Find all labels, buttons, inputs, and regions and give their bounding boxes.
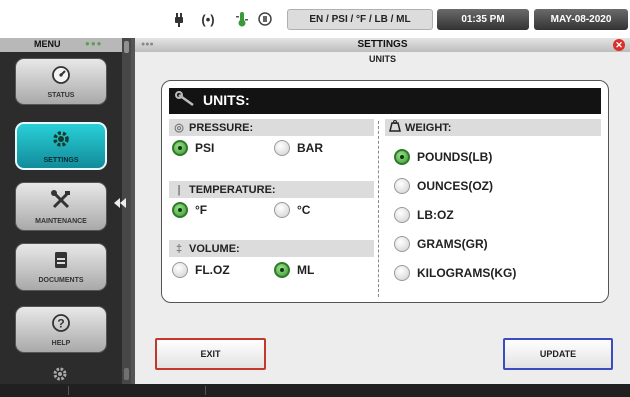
option-label: ML	[297, 263, 315, 277]
option-label: PSI	[195, 141, 215, 155]
date-display: MAY-08-2020	[534, 9, 628, 30]
radio-button[interactable]	[394, 149, 410, 165]
radio-button[interactable]	[172, 202, 188, 218]
radio-option-floz[interactable]: FL.OZ	[172, 261, 230, 279]
scrollbar-thumb-top[interactable]	[124, 41, 129, 53]
volume-label: VOLUME:	[189, 242, 240, 255]
radio-option-bar[interactable]: BAR	[274, 139, 323, 157]
option-label: OUNCES(OZ)	[417, 179, 493, 193]
update-button[interactable]: UPDATE	[503, 338, 613, 370]
close-icon[interactable]: ✕	[613, 39, 625, 51]
radio-button[interactable]	[394, 236, 410, 252]
scrollbar-thumb-bottom[interactable]	[124, 368, 129, 380]
pressure-label: PRESSURE:	[189, 121, 254, 134]
menu-indicator-dots: ●●●	[85, 39, 103, 48]
option-label: FL.OZ	[195, 263, 230, 277]
units-panel: UNITS: ◎ PRESSURE: PSI BAR | TEMPERATURE…	[161, 80, 609, 303]
option-label: GRAMS(GR)	[417, 237, 488, 251]
sidebar-item-status[interactable]: STATUS	[15, 58, 107, 105]
option-label: POUNDS(LB)	[417, 150, 493, 164]
radio-option-celsius[interactable]: °C	[274, 201, 310, 219]
clock-time: 01:35 PM	[437, 9, 529, 30]
radio-option-ml[interactable]: ML	[274, 261, 314, 279]
temperature-section-header: | TEMPERATURE:	[169, 181, 374, 198]
wireless-signal-icon: (•)	[201, 11, 215, 27]
tools-icon	[50, 189, 72, 215]
menu-header: MENU ●●●	[0, 38, 122, 52]
strip-divider	[68, 386, 69, 395]
radio-button[interactable]	[394, 207, 410, 223]
option-label: LB:OZ	[417, 208, 454, 222]
sidebar-item-help[interactable]: ? HELP	[15, 306, 107, 353]
units-panel-header: UNITS:	[169, 88, 601, 114]
sidebar: MENU ●●● STATUS SETTINGS MAINTENANCE DOC…	[0, 38, 131, 384]
radio-option-psi[interactable]: PSI	[172, 139, 214, 157]
sidebar-item-label: DOCUMENTS	[38, 277, 84, 284]
system-gear-icon[interactable]	[50, 366, 70, 382]
volume-section-header: ‡ VOLUME:	[169, 240, 374, 257]
radio-option-pounds[interactable]: POUNDS(LB)	[394, 148, 492, 166]
gear-icon	[50, 128, 72, 154]
svg-text:?: ?	[57, 316, 64, 330]
collapse-sidebar-icon[interactable]	[113, 196, 129, 214]
gauge-icon: ◎	[174, 122, 184, 134]
column-separator	[378, 121, 379, 297]
weight-icon	[385, 120, 405, 135]
menu-label: MENU	[34, 39, 61, 49]
radio-option-kilograms[interactable]: KILOGRAMS(KG)	[394, 264, 516, 282]
radio-button[interactable]	[274, 140, 290, 156]
sidebar-item-documents[interactable]: DOCUMENTS	[15, 243, 107, 291]
radio-option-lboz[interactable]: LB:OZ	[394, 206, 454, 224]
weight-label: WEIGHT:	[405, 121, 452, 134]
window-titlebar: ●●● SETTINGS	[135, 38, 630, 52]
bottom-status-strip	[0, 384, 630, 397]
gauge-icon	[51, 65, 71, 89]
radio-option-ounces[interactable]: OUNCES(OZ)	[394, 177, 493, 195]
radio-button[interactable]	[274, 262, 290, 278]
units-panel-title: UNITS:	[203, 92, 250, 108]
option-label: °C	[297, 203, 311, 217]
status-bar: (•) EN / PSI / °F / LB / ML 01:35 PM MAY…	[0, 0, 630, 38]
pressure-section-header: ◎ PRESSURE:	[169, 119, 374, 136]
radio-option-fahrenheit[interactable]: °F	[172, 201, 207, 219]
window-dots: ●●●	[141, 41, 154, 48]
document-icon	[52, 250, 70, 274]
sidebar-item-settings[interactable]: SETTINGS	[15, 122, 107, 170]
radio-button[interactable]	[394, 265, 410, 281]
sidebar-item-label: MAINTENANCE	[35, 217, 87, 225]
thermometer-icon: |	[177, 183, 181, 196]
sidebar-item-maintenance[interactable]: MAINTENANCE	[15, 182, 107, 231]
sidebar-item-label: STATUS	[47, 91, 75, 99]
sidebar-item-label: HELP	[51, 339, 71, 347]
radio-button[interactable]	[172, 262, 188, 278]
power-plug-icon	[170, 9, 188, 29]
option-label: BAR	[297, 141, 323, 155]
units-summary[interactable]: EN / PSI / °F / LB / ML	[287, 9, 433, 30]
radio-button[interactable]	[274, 202, 290, 218]
radio-button[interactable]	[394, 178, 410, 194]
option-label: KILOGRAMS(KG)	[417, 266, 517, 280]
question-icon: ?	[51, 313, 71, 337]
wrench-icon	[175, 91, 197, 112]
page-subtitle: UNITS	[369, 54, 396, 64]
radio-button[interactable]	[172, 140, 188, 156]
thermometer-icon	[232, 9, 252, 29]
strip-divider	[205, 386, 206, 395]
exit-button[interactable]: EXIT	[155, 338, 266, 370]
battery-icon	[256, 9, 274, 29]
radio-option-grams[interactable]: GRAMS(GR)	[394, 235, 488, 253]
weight-section-header: WEIGHT:	[385, 119, 601, 136]
temperature-label: TEMPERATURE:	[189, 183, 276, 196]
sidebar-item-label: SETTINGS	[43, 157, 79, 164]
settings-window: ●●● SETTINGS ✕ UNITS UNITS: ◎ PRESSURE: …	[135, 38, 630, 384]
measuring-cylinder-icon: ‡	[175, 242, 183, 255]
option-label: °F	[195, 203, 208, 217]
window-title: SETTINGS	[357, 39, 408, 50]
